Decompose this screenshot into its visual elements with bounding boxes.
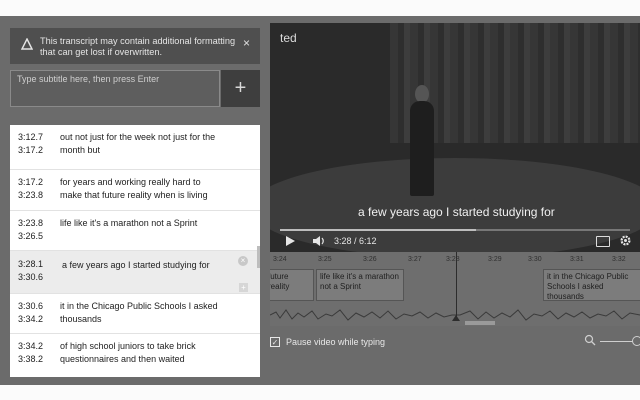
zoom-slider-handle[interactable] <box>632 336 640 346</box>
caption-text[interactable]: life like it's a marathon not a Sprint <box>60 217 225 230</box>
plus-icon: + <box>234 77 247 99</box>
play-icon[interactable] <box>286 236 295 246</box>
caption-times: 3:12.7 3:17.2 <box>18 131 58 156</box>
timeline-tick-label: 3:24 <box>273 256 287 263</box>
bottom-bar <box>0 385 640 400</box>
caption-timeline[interactable]: 3:24 3:25 3:26 3:27 3:28 3:29 3:30 3:31 … <box>270 252 640 326</box>
caption-row[interactable]: 3:34.2 3:38.2 of high school juniors to … <box>10 334 260 377</box>
timeline-tick-label: 3:26 <box>363 256 377 263</box>
timeline-tick-label: 3:28 <box>446 256 460 263</box>
caption-row[interactable]: 3:23.8 3:26.5 life like it's a marathon … <box>10 211 260 251</box>
caption-times: 3:17.2 3:23.8 <box>18 176 58 201</box>
timeline-scrollbar[interactable] <box>465 321 495 325</box>
timeline-tick-label: 3:30 <box>528 256 542 263</box>
formatting-warning-banner: This transcript may contain additional f… <box>10 28 260 64</box>
caption-times: 3:23.8 3:26.5 <box>18 217 58 242</box>
top-bar <box>0 0 640 16</box>
subtitle-input[interactable] <box>10 70 220 107</box>
warning-text: This transcript may contain additional f… <box>40 36 236 57</box>
pause-while-typing-checkbox[interactable]: ✓ <box>270 337 280 347</box>
caption-times: 3:34.2 3:38.2 <box>18 340 58 365</box>
caption-text[interactable]: of high school juniors to take brick que… <box>60 340 225 365</box>
volume-icon[interactable] <box>312 235 326 247</box>
caption-row-active[interactable]: 3:28.1 3:30.6 a few years ago I started … <box>10 251 260 294</box>
caption-end-time[interactable]: 3:23.8 <box>18 189 58 202</box>
channel-watermark: ted <box>280 31 297 45</box>
caption-text[interactable]: it in the Chicago Public Schools I asked… <box>60 300 225 325</box>
timeline-playhead[interactable] <box>456 252 457 320</box>
caption-text[interactable]: for years and working really hard to mak… <box>60 176 225 201</box>
video-progress-bar[interactable] <box>280 229 630 231</box>
pause-while-typing-label: Pause video while typing <box>286 337 386 347</box>
caption-row[interactable]: 3:30.6 3:34.2 it in the Chicago Public S… <box>10 294 260 334</box>
timeline-cue[interactable]: it in the Chicago Public Schools I asked… <box>543 269 640 301</box>
insert-caption-icon[interactable]: + <box>239 283 248 292</box>
caption-end-time[interactable]: 3:38.2 <box>18 353 58 366</box>
caption-end-time[interactable]: 3:17.2 <box>18 144 58 157</box>
timeline-cue[interactable]: life like it's a marathon not a Sprint <box>316 269 404 301</box>
video-progress-fill <box>280 229 476 231</box>
captions-icon[interactable] <box>596 236 610 247</box>
timeline-playhead-handle[interactable] <box>452 315 460 321</box>
caption-row[interactable]: 3:17.2 3:23.8 for years and working real… <box>10 170 260 211</box>
caption-start-time[interactable]: 3:34.2 <box>18 340 58 353</box>
timeline-ruler: 3:24 3:25 3:26 3:27 3:28 3:29 3:30 3:31 … <box>270 252 640 268</box>
video-caption: a few years ago I started studying for <box>358 205 555 219</box>
video-time: 3:28 / 6:12 <box>334 236 377 246</box>
timeline-tick-label: 3:29 <box>488 256 502 263</box>
caption-start-time[interactable]: 3:28.1 <box>18 258 58 271</box>
caption-start-time[interactable]: 3:17.2 <box>18 176 58 189</box>
video-frame-speaker <box>410 101 434 196</box>
caption-times: 3:28.1 3:30.6 <box>18 258 58 283</box>
caption-start-time[interactable]: 3:30.6 <box>18 300 58 313</box>
caption-times: 3:30.6 3:34.2 <box>18 300 58 325</box>
caption-list[interactable]: 3:12.7 3:17.2 out not just for the week … <box>10 125 260 377</box>
caption-text[interactable]: a few years ago I started studying for <box>62 259 227 272</box>
zoom-icon <box>584 334 596 346</box>
caption-row[interactable]: 3:12.7 3:17.2 out not just for the week … <box>10 125 260 170</box>
add-subtitle-button[interactable]: + <box>221 70 260 107</box>
delete-caption-icon[interactable]: × <box>238 256 248 266</box>
video-player[interactable]: ted a few years ago I started studying f… <box>270 23 640 252</box>
timeline-tick-label: 3:32 <box>612 256 626 263</box>
timeline-tick-label: 3:25 <box>318 256 332 263</box>
close-icon[interactable]: × <box>243 37 250 49</box>
timeline-tick-label: 3:31 <box>570 256 584 263</box>
caption-start-time[interactable]: 3:12.7 <box>18 131 58 144</box>
caption-list-scrollbar[interactable] <box>257 246 260 268</box>
caption-start-time[interactable]: 3:23.8 <box>18 217 58 230</box>
gear-icon[interactable] <box>619 234 632 247</box>
warning-triangle-icon <box>21 38 33 50</box>
caption-text[interactable]: out not just for the week not just for t… <box>60 131 225 156</box>
caption-end-time[interactable]: 3:26.5 <box>18 230 58 243</box>
timeline-cue[interactable]: future reality <box>270 269 314 301</box>
caption-end-time[interactable]: 3:30.6 <box>18 271 58 284</box>
caption-end-time[interactable]: 3:34.2 <box>18 313 58 326</box>
timeline-tick-label: 3:27 <box>408 256 422 263</box>
